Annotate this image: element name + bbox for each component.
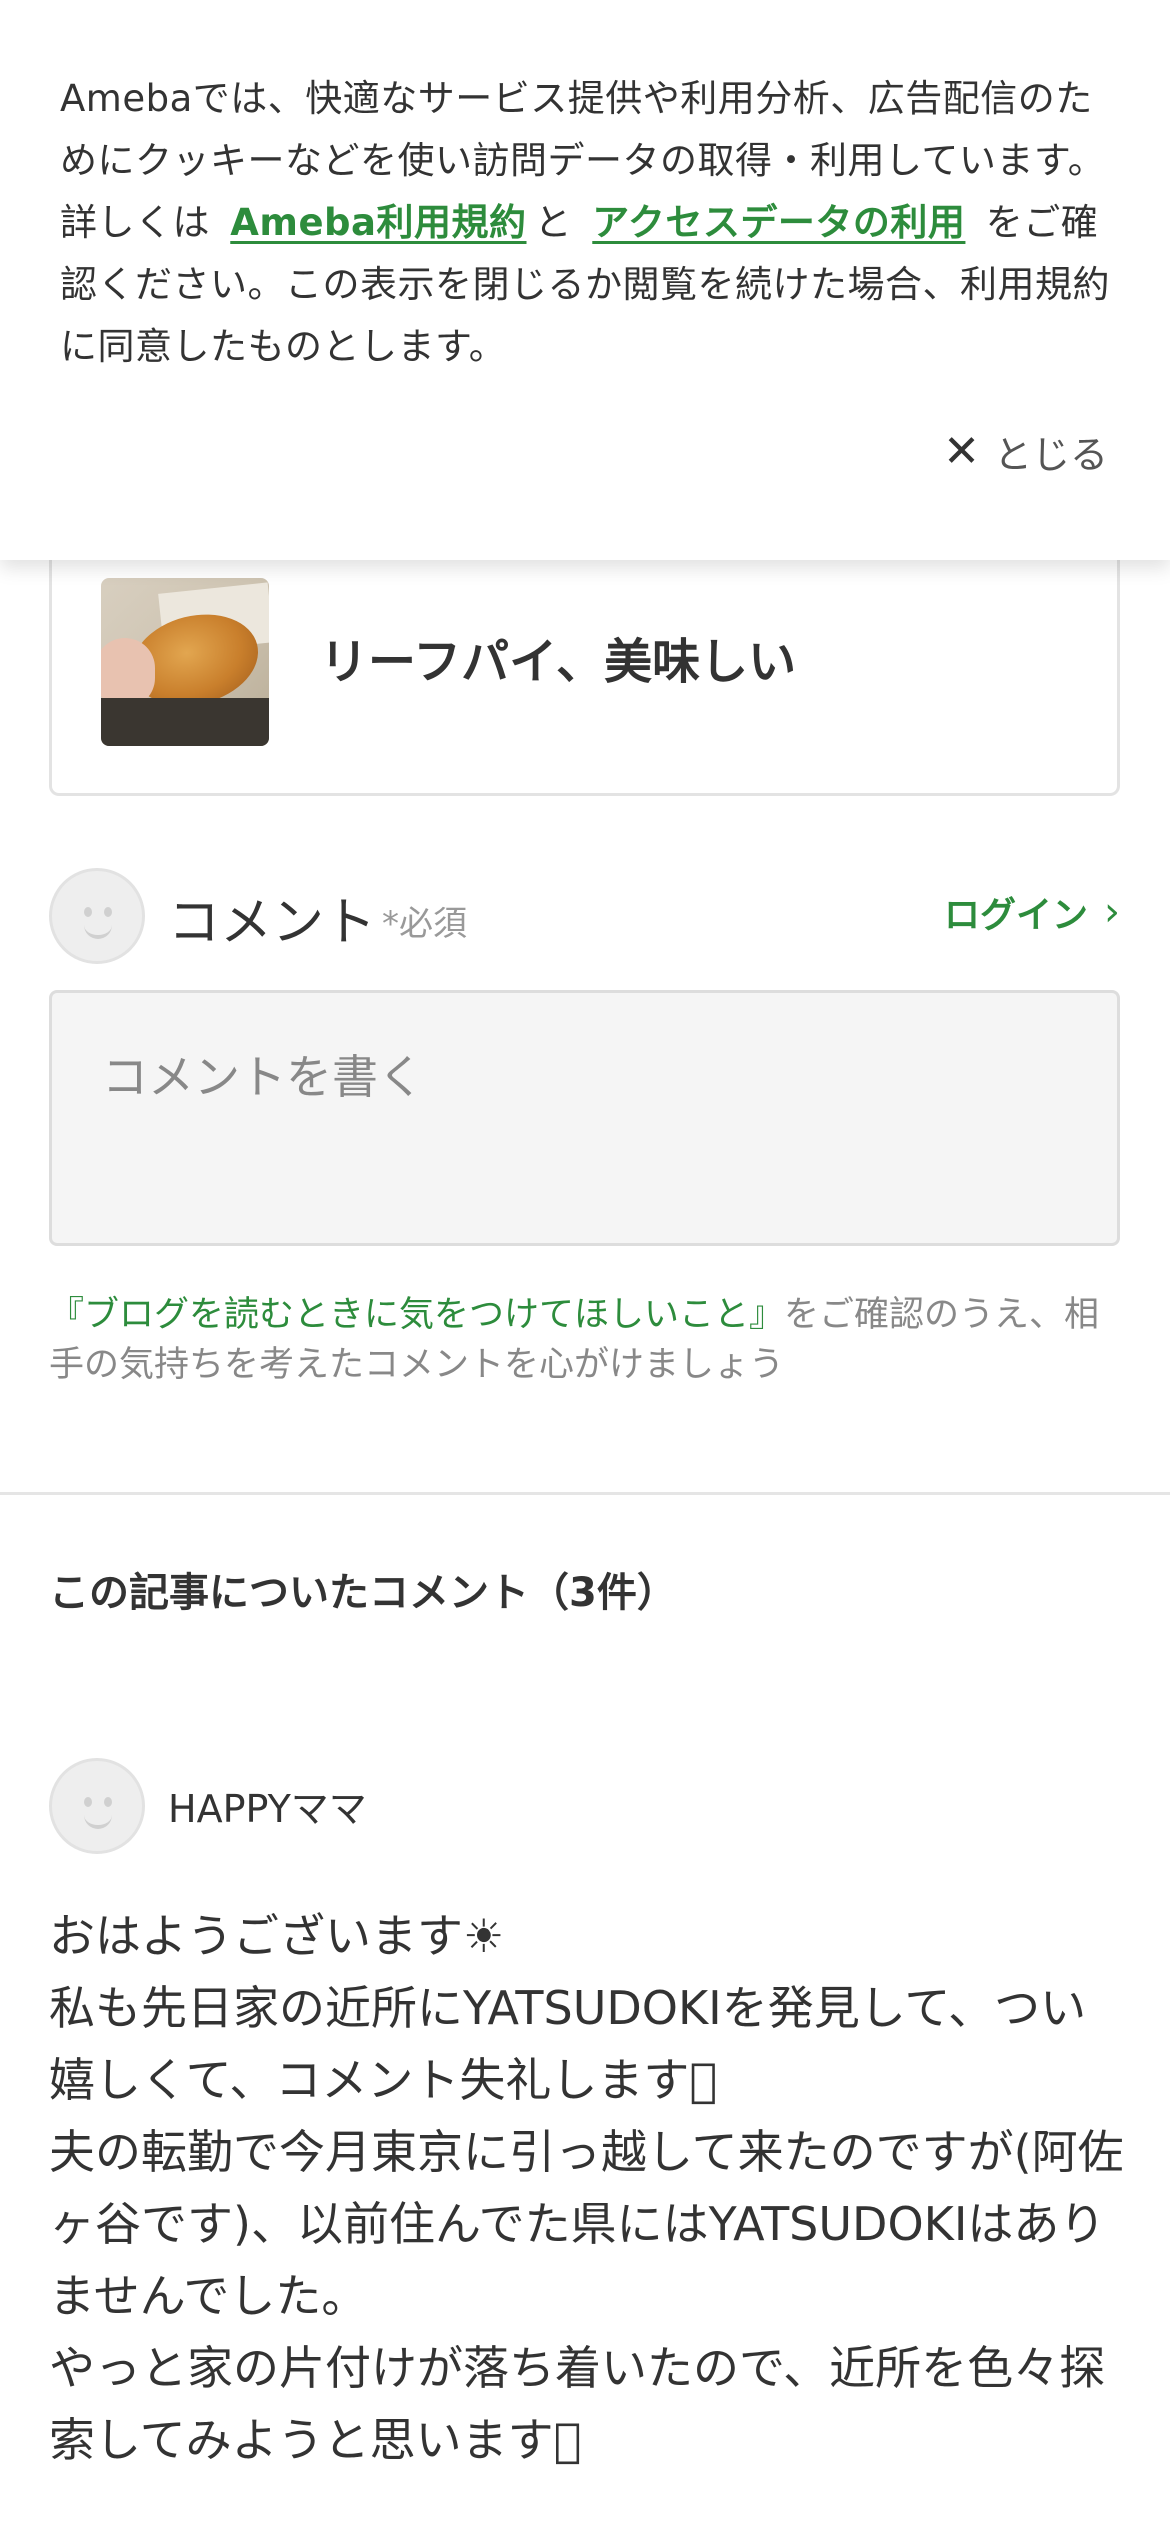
login-label: ログイン [943,895,1088,936]
comment-textarea[interactable] [49,990,1120,1246]
chevron-right-icon: › [1104,889,1120,935]
close-icon: ✕ [943,426,980,477]
guideline-link[interactable]: 『ブログを読むときに気をつけてほしいこと』 [49,1295,784,1335]
article-title: リーフパイ、美味しい [320,634,797,690]
related-article-card[interactable]: リーフパイ、美味しい [49,520,1120,796]
cookie-connector: と [534,201,573,244]
cookie-close-label: とじる [993,433,1108,477]
comment-guideline: 『ブログを読むときに気をつけてほしいこと』をご確認のうえ、相手の気持ちを考えたコ… [49,1290,1129,1390]
terms-link[interactable]: Ameba利用規約 [230,201,526,244]
commenter-avatar-icon[interactable] [49,1758,145,1854]
article-thumbnail [101,578,269,746]
comment-body: おはようございます☀ 私も先日家の近所にYATSUDOKIを発見して、つい嬉しく… [49,1909,1124,2467]
cookie-consent-text: Amebaでは、快適なサービス提供や利用分析、広告配信のためにクッキーなどを使い… [60,68,1110,378]
commenter-name[interactable]: HAPPYママ [168,1778,367,1833]
cookie-consent-banner: Amebaでは、快適なサービス提供や利用分析、広告配信のためにクッキーなどを使い… [0,0,1170,560]
required-marker: *必須 [382,904,467,944]
user-avatar-icon [49,868,145,964]
login-link[interactable]: ログイン › [944,886,1120,938]
cookie-close-button[interactable]: ✕ とじる [943,424,1108,479]
comment-label: コメント [168,893,377,953]
comments-section-title: この記事についたコメント（3件） [49,1570,677,1616]
access-data-link[interactable]: アクセスデータの利用 [592,201,965,244]
section-divider [0,1492,1170,1495]
